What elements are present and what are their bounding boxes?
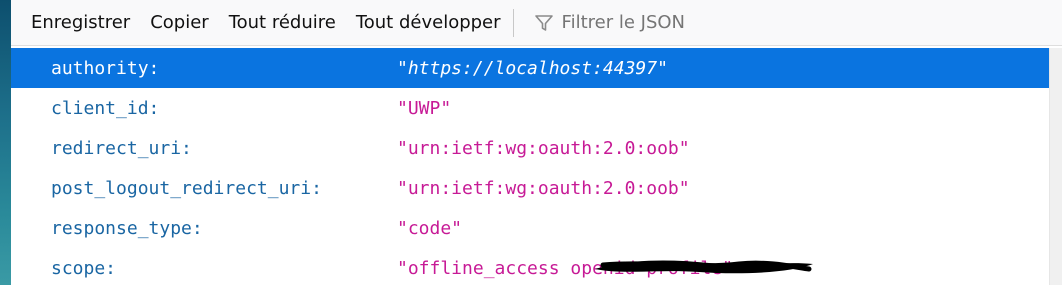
json-value: "urn:ietf:wg:oauth:2.0:oob" (397, 177, 690, 199)
json-row-post-logout-redirect-uri[interactable]: post_logout_redirect_uri: "urn:ietf:wg:o… (11, 168, 1050, 208)
json-row-redirect-uri[interactable]: redirect_uri: "urn:ietf:wg:oauth:2.0:oob… (11, 128, 1050, 168)
json-row-scope[interactable]: scope: "offline_access openid profile" (11, 248, 1050, 285)
json-key: post_logout_redirect_uri: (51, 177, 322, 199)
json-viewer-page: Enregistrer Copier Tout réduire Tout dév… (0, 0, 1062, 285)
json-row-authority[interactable]: authority: "https://localhost:44397" (11, 48, 1050, 88)
filter-json-input[interactable] (561, 12, 862, 33)
json-key: scope: (51, 257, 117, 279)
json-value: "code" (397, 217, 463, 239)
json-value: "UWP" (397, 97, 452, 119)
json-key: response_type: (51, 217, 203, 239)
json-row-client-id[interactable]: client_id: "UWP" (11, 88, 1050, 128)
json-value: "urn:ietf:wg:oauth:2.0:oob" (397, 137, 690, 159)
json-row-response-type[interactable]: response_type: "code" (11, 208, 1050, 248)
expand-all-button[interactable]: Tout développer (346, 5, 511, 41)
collapse-all-button[interactable]: Tout réduire (219, 5, 346, 41)
json-value: "https://localhost:44397" (397, 57, 668, 79)
json-key: authority: (51, 57, 160, 79)
filter-box[interactable] (520, 5, 862, 41)
vertical-scrollbar[interactable] (1049, 48, 1062, 285)
copy-button[interactable]: Copier (140, 5, 218, 41)
json-key: client_id: (51, 97, 160, 119)
save-button[interactable]: Enregistrer (11, 5, 140, 41)
json-key: redirect_uri: (51, 137, 192, 159)
json-rows: authority: "https://localhost:44397" cli… (11, 48, 1050, 285)
window-edge-background (0, 0, 11, 285)
json-toolbar: Enregistrer Copier Tout réduire Tout dév… (11, 0, 1062, 46)
filter-icon (534, 14, 553, 31)
toolbar-divider (512, 8, 514, 37)
redaction-scribble-icon (595, 260, 813, 274)
